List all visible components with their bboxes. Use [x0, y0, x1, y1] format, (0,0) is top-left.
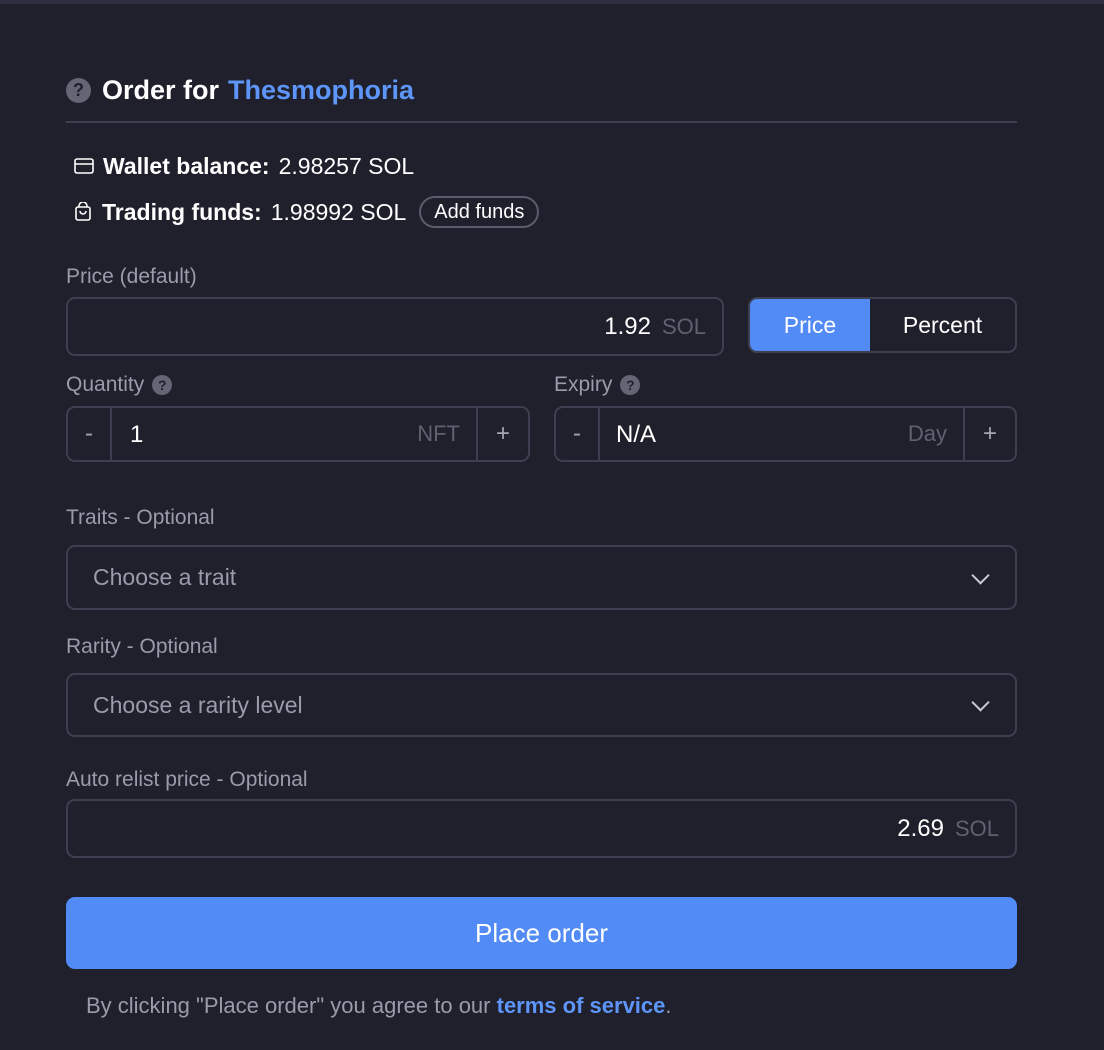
- relist-price-input[interactable]: 2.69 SOL: [66, 799, 1017, 858]
- place-order-label: Place order: [475, 917, 608, 948]
- chevron-down-icon: [971, 565, 990, 585]
- price-mode-percent-tab[interactable]: Percent: [870, 299, 1015, 351]
- expiry-unit: Day: [907, 421, 947, 446]
- quantity-label-row: Quantity ?: [66, 373, 173, 397]
- order-title-prefix: Order for: [102, 74, 220, 105]
- terms-period: .: [665, 993, 672, 1018]
- wallet-balance-row: Wallet balance: 2.98257 SOL: [74, 151, 414, 181]
- quantity-stepper: - 1 NFT +: [66, 406, 530, 462]
- expiry-help-icon[interactable]: ?: [620, 375, 641, 395]
- quantity-increase-button[interactable]: +: [476, 408, 528, 460]
- price-mode-toggle: Price Percent: [748, 297, 1017, 353]
- trading-funds-value: 1.98992 SOL: [270, 198, 407, 225]
- relist-label: Auto relist price - Optional: [66, 768, 308, 791]
- quantity-label: Quantity: [66, 373, 145, 396]
- expiry-value[interactable]: N/A: [616, 421, 656, 449]
- price-mode-price-tab[interactable]: Price: [750, 299, 870, 351]
- bag-icon: [75, 202, 91, 221]
- top-border: [0, 0, 1104, 4]
- price-value: 1.92: [604, 312, 651, 340]
- rarity-select[interactable]: Choose a rarity level: [66, 673, 1017, 737]
- collection-name[interactable]: Thesmophoria: [228, 75, 414, 106]
- relist-unit: SOL: [954, 815, 999, 841]
- price-unit: SOL: [661, 313, 706, 339]
- expiry-label-row: Expiry ?: [554, 373, 641, 397]
- terms-of-service-link[interactable]: terms of service: [497, 993, 666, 1018]
- traits-select[interactable]: Choose a trait: [66, 545, 1017, 610]
- expiry-decrease-button[interactable]: -: [556, 408, 600, 460]
- rarity-placeholder: Choose a rarity level: [93, 691, 303, 718]
- traits-label: Traits - Optional: [66, 506, 215, 529]
- add-funds-button[interactable]: Add funds: [419, 196, 540, 228]
- place-order-button[interactable]: Place order: [66, 897, 1017, 969]
- quantity-value[interactable]: 1: [130, 421, 143, 449]
- quantity-unit: NFT: [417, 421, 460, 446]
- expiry-increase-button[interactable]: +: [963, 408, 1015, 460]
- terms-text: By clicking "Place order" you agree to o…: [86, 993, 491, 1018]
- wallet-balance-label: Wallet balance:: [103, 152, 270, 179]
- price-input[interactable]: 1.92 SOL: [66, 297, 724, 356]
- chevron-down-icon: [971, 693, 990, 712]
- header-divider: [66, 121, 1017, 123]
- expiry-label: Expiry: [554, 373, 613, 396]
- order-header: ? Order for Thesmophoria: [66, 72, 414, 108]
- price-tab-label: Price: [783, 311, 837, 338]
- rarity-label: Rarity - Optional: [66, 635, 218, 658]
- quantity-decrease-button[interactable]: -: [68, 408, 112, 460]
- question-circle-icon[interactable]: ?: [66, 77, 91, 103]
- trading-funds-row: Trading funds: 1.98992 SOL Add funds: [74, 194, 540, 230]
- price-label: Price (default): [66, 265, 197, 288]
- terms-notice: By clicking "Place order" you agree to o…: [86, 993, 672, 1019]
- credit-card-icon: [74, 158, 94, 174]
- trading-funds-label: Trading funds:: [102, 198, 262, 225]
- traits-placeholder: Choose a trait: [93, 564, 237, 590]
- expiry-stepper: - N/A Day +: [554, 406, 1017, 462]
- percent-tab-label: Percent: [902, 311, 983, 338]
- quantity-help-icon[interactable]: ?: [152, 375, 173, 395]
- relist-value: 2.69: [897, 814, 944, 842]
- wallet-balance-value: 2.98257 SOL: [278, 152, 415, 179]
